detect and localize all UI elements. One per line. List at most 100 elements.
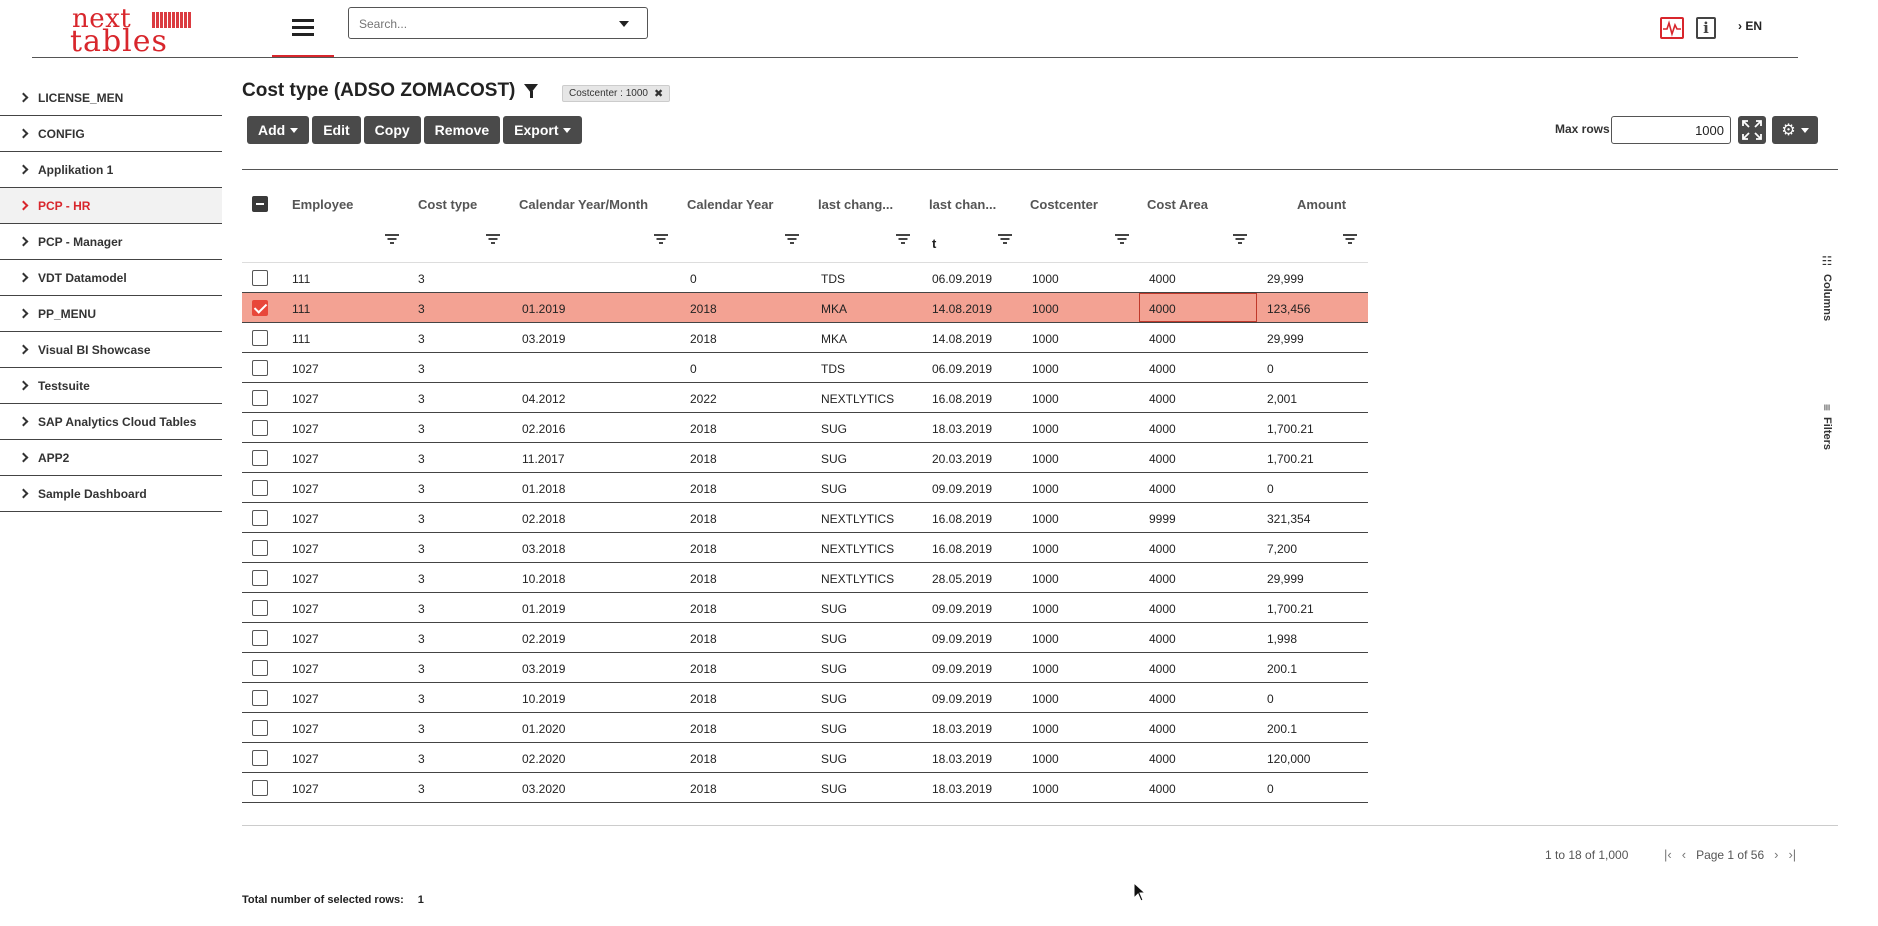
cell-amount[interactable]: 0 — [1267, 692, 1274, 706]
cell-calendar-year[interactable]: 2018 — [690, 602, 717, 616]
table-row[interactable]: 1027 3 03.2020 2018 SUG 18.03.2019 1000 4000 0 — [242, 773, 1368, 803]
cell-employee[interactable]: 1027 — [292, 722, 319, 736]
cell-costcenter[interactable]: 1000 — [1032, 722, 1059, 736]
cell-calendar-year[interactable]: 2018 — [690, 692, 717, 706]
table-row[interactable]: 1027 3 11.2017 2018 SUG 20.03.2019 1000 4000 1,7… — [242, 443, 1368, 473]
cell-calendar-year-month[interactable]: 02.2019 — [522, 632, 565, 646]
cell-calendar-year[interactable]: 2018 — [690, 572, 717, 586]
cell-costcenter[interactable]: 1000 — [1032, 662, 1059, 676]
cell-cost-type[interactable]: 3 — [418, 362, 425, 376]
column-filter-icon[interactable] — [998, 234, 1012, 244]
cell-cost-type[interactable]: 3 — [418, 512, 425, 526]
cell-calendar-year[interactable]: 2018 — [690, 662, 717, 676]
max-rows-input[interactable] — [1611, 116, 1731, 144]
cell-last-changed-by[interactable]: MKA — [821, 332, 847, 346]
cell-employee[interactable]: 111 — [292, 332, 310, 346]
cell-cost-area[interactable]: 4000 — [1149, 542, 1176, 556]
table-row[interactable]: 1027 3 03.2019 2018 SUG 09.09.2019 1000 4000 200… — [242, 653, 1368, 683]
cell-costcenter[interactable]: 1000 — [1032, 572, 1059, 586]
cell-amount[interactable]: 0 — [1267, 782, 1274, 796]
sidebar-item-app2[interactable]: APP2 — [0, 440, 222, 476]
cell-cost-area[interactable]: 4000 — [1149, 602, 1176, 616]
cell-last-changed-at[interactable]: 09.09.2019 — [932, 692, 992, 706]
cell-calendar-year-month[interactable]: 02.2018 — [522, 512, 565, 526]
cell-cost-area[interactable]: 4000 — [1149, 722, 1176, 736]
columns-panel-tab[interactable]: ☷ Columns — [1820, 254, 1834, 321]
cell-amount[interactable]: 1,998 — [1267, 632, 1297, 646]
close-icon[interactable]: ✖ — [654, 87, 663, 100]
cell-last-changed-at[interactable]: 18.03.2019 — [932, 422, 992, 436]
cell-costcenter[interactable]: 1000 — [1032, 302, 1059, 316]
cell-employee[interactable]: 1027 — [292, 692, 319, 706]
cell-calendar-year-month[interactable]: 10.2018 — [522, 572, 565, 586]
cell-calendar-year-month[interactable]: 04.2012 — [522, 392, 565, 406]
column-header-last-changed-at[interactable]: last chan... — [929, 197, 996, 212]
cell-calendar-year[interactable]: 2018 — [690, 752, 717, 766]
cell-cost-area[interactable]: 4000 — [1149, 362, 1176, 376]
column-header-cost-area[interactable]: Cost Area — [1147, 197, 1208, 212]
cell-last-changed-at[interactable]: 20.03.2019 — [932, 452, 992, 466]
table-row[interactable]: 111 3 01.2019 2018 MKA 14.08.2019 1000 4000 123,… — [242, 293, 1368, 323]
cell-calendar-year[interactable]: 2018 — [690, 332, 717, 346]
last-page-icon[interactable]: ›| — [1788, 847, 1796, 862]
row-checkbox[interactable] — [252, 600, 268, 616]
cell-employee[interactable]: 111 — [292, 272, 310, 286]
cell-employee[interactable]: 111 — [292, 302, 310, 316]
cell-last-changed-by[interactable]: NEXTLYTICS — [821, 542, 894, 556]
column-header-calendar-year-month[interactable]: Calendar Year/Month — [519, 197, 648, 212]
cell-cost-type[interactable]: 3 — [418, 542, 425, 556]
cell-last-changed-by[interactable]: SUG — [821, 662, 847, 676]
row-checkbox[interactable] — [252, 450, 268, 466]
cell-amount[interactable]: 0 — [1267, 482, 1274, 496]
cell-cost-type[interactable]: 3 — [418, 782, 425, 796]
sidebar-item-config[interactable]: CONFIG — [0, 116, 222, 152]
cell-last-changed-at[interactable]: 16.08.2019 — [932, 392, 992, 406]
table-row[interactable]: 1027 3 01.2018 2018 SUG 09.09.2019 1000 4000 0 — [242, 473, 1368, 503]
cell-last-changed-by[interactable]: SUG — [821, 422, 847, 436]
cell-calendar-year[interactable]: 0 — [690, 272, 697, 286]
cell-cost-type[interactable]: 3 — [418, 482, 425, 496]
cell-employee[interactable]: 1027 — [292, 392, 319, 406]
cell-costcenter[interactable]: 1000 — [1032, 332, 1059, 346]
cell-last-changed-by[interactable]: SUG — [821, 782, 847, 796]
cell-cost-type[interactable]: 3 — [418, 272, 425, 286]
cell-cost-area[interactable]: 4000 — [1149, 692, 1176, 706]
row-checkbox[interactable] — [252, 780, 268, 796]
cell-amount[interactable]: 29,999 — [1267, 272, 1304, 286]
cell-last-changed-by[interactable]: SUG — [821, 452, 847, 466]
column-filter-icon[interactable] — [385, 234, 399, 244]
cell-cost-type[interactable]: 3 — [418, 302, 425, 316]
cell-costcenter[interactable]: 1000 — [1032, 272, 1059, 286]
row-checkbox[interactable] — [252, 540, 268, 556]
table-row[interactable]: 1027 3 02.2016 2018 SUG 18.03.2019 1000 4000 1,7… — [242, 413, 1368, 443]
cell-last-changed-by[interactable]: TDS — [821, 362, 845, 376]
table-row[interactable]: 1027 3 02.2018 2018 NEXTLYTICS 16.08.2019 1000… — [242, 503, 1368, 533]
cell-amount[interactable]: 123,456 — [1267, 302, 1310, 316]
cell-cost-type[interactable]: 3 — [418, 662, 425, 676]
cell-cost-type[interactable]: 3 — [418, 452, 425, 466]
table-row[interactable]: 1027 3 04.2012 2022 NEXTLYTICS 16.08.2019 1000… — [242, 383, 1368, 413]
column-header-calendar-year[interactable]: Calendar Year — [687, 197, 773, 212]
cell-cost-area[interactable]: 4000 — [1149, 782, 1176, 796]
cell-costcenter[interactable]: 1000 — [1032, 632, 1059, 646]
row-checkbox[interactable] — [252, 480, 268, 496]
search-input[interactable] — [359, 14, 599, 34]
export-button[interactable]: Export — [503, 116, 583, 144]
cell-cost-area[interactable]: 4000 — [1149, 572, 1176, 586]
cell-employee[interactable]: 1027 — [292, 512, 319, 526]
row-checkbox[interactable] — [252, 630, 268, 646]
select-all-checkbox[interactable] — [252, 196, 268, 212]
cell-amount[interactable]: 321,354 — [1267, 512, 1310, 526]
cell-calendar-year-month[interactable]: 01.2020 — [522, 722, 565, 736]
cell-amount[interactable]: 1,700.21 — [1267, 602, 1314, 616]
cell-amount[interactable]: 120,000 — [1267, 752, 1310, 766]
row-checkbox[interactable] — [252, 420, 268, 436]
cell-last-changed-at[interactable]: 18.03.2019 — [932, 752, 992, 766]
table-row[interactable]: 1027 3 10.2018 2018 NEXTLYTICS 28.05.2019 1000… — [242, 563, 1368, 593]
cell-costcenter[interactable]: 1000 — [1032, 602, 1059, 616]
filter-value[interactable]: t — [932, 236, 936, 251]
cell-calendar-year-month[interactable]: 10.2019 — [522, 692, 565, 706]
cell-last-changed-at[interactable]: 16.08.2019 — [932, 512, 992, 526]
cell-amount[interactable]: 29,999 — [1267, 332, 1304, 346]
cell-employee[interactable]: 1027 — [292, 542, 319, 556]
